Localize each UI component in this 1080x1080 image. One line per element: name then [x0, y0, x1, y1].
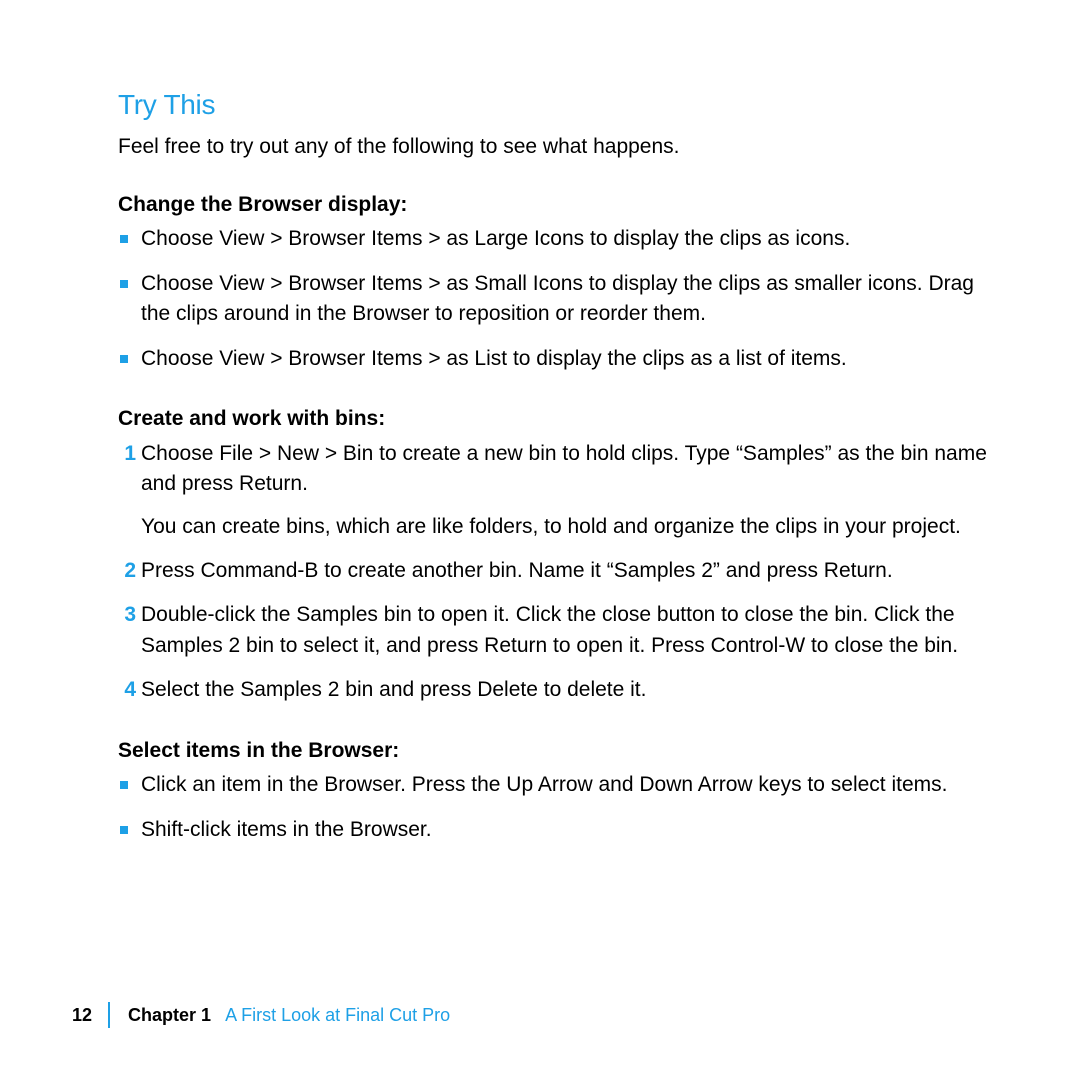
list-item: Shift-click items in the Browser. — [118, 815, 1002, 845]
list-item: Click an item in the Browser. Press the … — [118, 770, 1002, 800]
subsection-label: Select items in the Browser: — [118, 736, 1002, 766]
subsection-label: Create and work with bins: — [118, 404, 1002, 434]
chapter-label: Chapter 1 — [128, 1002, 211, 1028]
page-number: 12 — [72, 1002, 92, 1028]
bullet-list: Choose View > Browser Items > as Large I… — [118, 224, 1002, 374]
list-item: Choose View > Browser Items > as List to… — [118, 344, 1002, 374]
page-footer: 12 Chapter 1 A First Look at Final Cut P… — [72, 1002, 450, 1028]
list-item-text: Press Command-B to create another bin. N… — [141, 559, 893, 582]
list-item: Select the Samples 2 bin and press Delet… — [118, 675, 1002, 705]
list-item-text: Select the Samples 2 bin and press Delet… — [141, 678, 646, 701]
intro-paragraph: Feel free to try out any of the followin… — [118, 132, 1002, 162]
list-item: Choose View > Browser Items > as Large I… — [118, 224, 1002, 254]
section-heading: Try This — [118, 85, 1002, 126]
bullet-list: Click an item in the Browser. Press the … — [118, 770, 1002, 845]
list-item: Double-click the Samples bin to open it.… — [118, 600, 1002, 661]
list-item-text: Double-click the Samples bin to open it.… — [141, 603, 958, 656]
footer-divider — [108, 1002, 110, 1028]
list-item-text: Choose File > New > Bin to create a new … — [141, 442, 987, 495]
numbered-list: Choose File > New > Bin to create a new … — [118, 439, 1002, 706]
subsection-label: Change the Browser display: — [118, 190, 1002, 220]
list-item: Press Command-B to create another bin. N… — [118, 556, 1002, 586]
document-page: Try This Feel free to try out any of the… — [0, 0, 1080, 1080]
chapter-title: A First Look at Final Cut Pro — [225, 1002, 450, 1028]
list-item: Choose View > Browser Items > as Small I… — [118, 269, 1002, 330]
list-item: Choose File > New > Bin to create a new … — [118, 439, 1002, 542]
list-item-subtext: You can create bins, which are like fold… — [141, 512, 1002, 542]
